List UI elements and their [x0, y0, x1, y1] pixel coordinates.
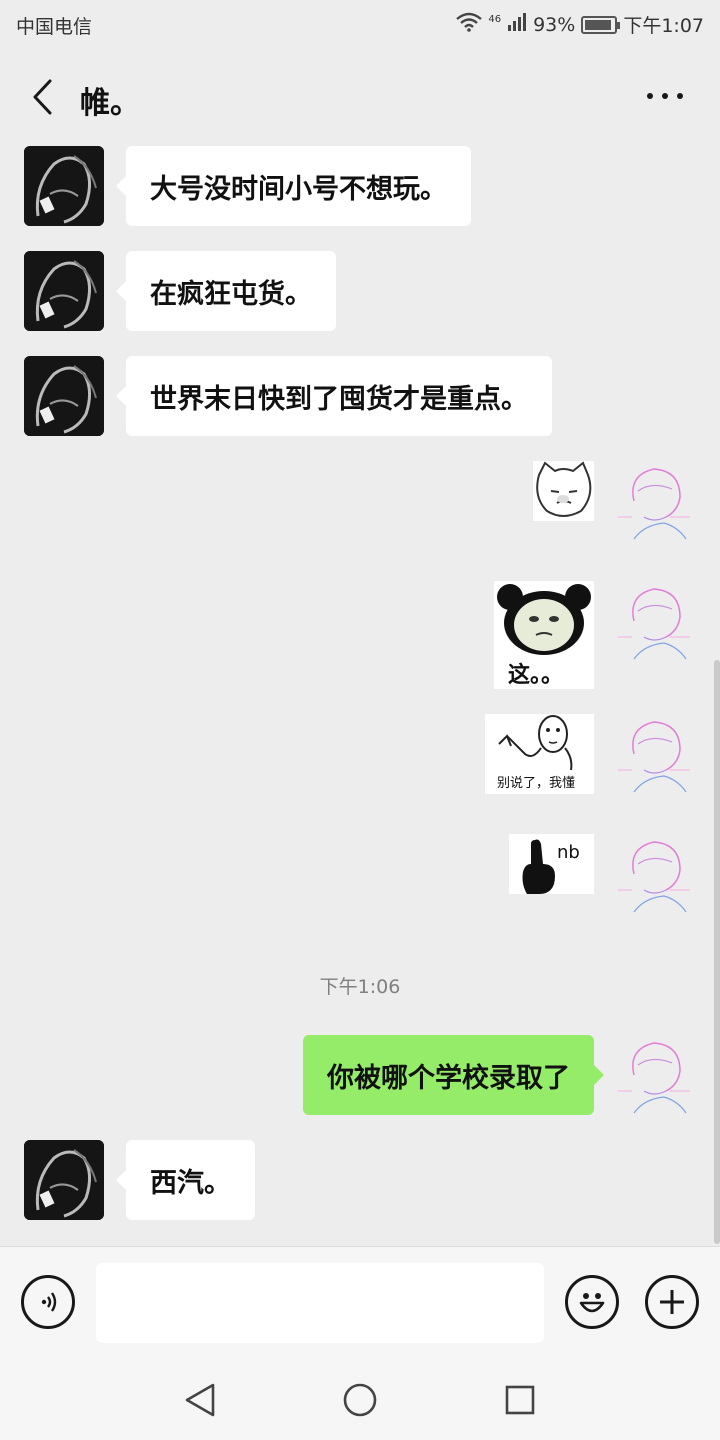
wifi-icon	[456, 12, 483, 37]
nav-recents-icon	[505, 1385, 535, 1415]
message-bubble-incoming[interactable]: 世界末日快到了囤货才是重点。	[116, 356, 552, 436]
emoji-icon	[579, 1293, 605, 1313]
status-indicators: 46 93% 下午1:07	[456, 11, 704, 38]
status-bar: 中国电信 46 93% 下午1:07	[0, 0, 720, 50]
carrier-label: 中国电信	[16, 16, 93, 38]
nav-home-button[interactable]	[338, 1378, 382, 1422]
panda-sticker-image	[497, 584, 591, 655]
battery-icon	[581, 15, 621, 34]
nav-back-button[interactable]	[178, 1378, 222, 1422]
sticker-caption: nb	[557, 842, 580, 863]
plus-button[interactable]	[645, 1275, 699, 1329]
cat-face-sticker-image	[536, 461, 592, 517]
message-bubble-incoming[interactable]: 在疯狂屯货。	[116, 251, 336, 331]
network-type-label: 46	[488, 14, 502, 25]
chat-header: 帷。	[0, 50, 720, 144]
nav-recents-button[interactable]	[498, 1378, 542, 1422]
chat-scrollbar[interactable]	[714, 660, 720, 1244]
message-bubble-outgoing[interactable]: 你被哪个学校录取了	[303, 1035, 604, 1115]
plus-icon	[660, 1290, 684, 1314]
sticker-message[interactable]: nb	[509, 834, 594, 894]
back-arrow-icon	[33, 79, 52, 115]
meme-face-sticker-image	[498, 715, 573, 771]
more-icon	[647, 93, 683, 99]
message-input[interactable]	[96, 1263, 544, 1343]
battery-fill	[585, 19, 612, 30]
sticker-caption: 别说了，我懂	[497, 776, 576, 791]
sticker-message[interactable]	[533, 461, 594, 521]
my-avatar[interactable]	[614, 714, 694, 794]
sticker-message[interactable]: 别说了，我懂	[485, 714, 594, 794]
more-button[interactable]	[640, 80, 690, 114]
message-bubble-incoming[interactable]: 西汽。	[116, 1140, 255, 1220]
input-bar	[0, 1246, 720, 1358]
battery-percent: 93%	[533, 13, 576, 36]
contact-avatar[interactable]	[24, 1140, 104, 1220]
my-avatar[interactable]	[614, 1035, 694, 1115]
voice-button[interactable]	[21, 1275, 75, 1329]
my-avatar[interactable]	[614, 834, 694, 914]
signal-icon	[507, 12, 527, 37]
sticker-message[interactable]: 这。。	[494, 581, 594, 689]
voice-icon	[41, 1292, 57, 1312]
clock: 下午1:07	[623, 15, 704, 37]
my-avatar[interactable]	[614, 461, 694, 541]
my-avatar[interactable]	[614, 581, 694, 661]
contact-avatar[interactable]	[24, 251, 104, 331]
chat-title: 帷。	[80, 86, 140, 121]
nav-home-icon	[343, 1383, 377, 1417]
system-navigation-bar	[0, 1358, 720, 1440]
message-bubble-incoming[interactable]: 大号没时间小号不想玩。	[116, 146, 471, 226]
contact-avatar[interactable]	[24, 356, 104, 436]
message-timestamp: 下午1:06	[319, 976, 401, 998]
sticker-caption: 这。。	[508, 663, 564, 688]
back-button[interactable]	[22, 74, 62, 120]
contact-avatar[interactable]	[24, 146, 104, 226]
thumbs-hand-sticker-image	[522, 839, 555, 894]
emoji-button[interactable]	[565, 1275, 619, 1329]
nav-back-icon	[185, 1383, 215, 1417]
